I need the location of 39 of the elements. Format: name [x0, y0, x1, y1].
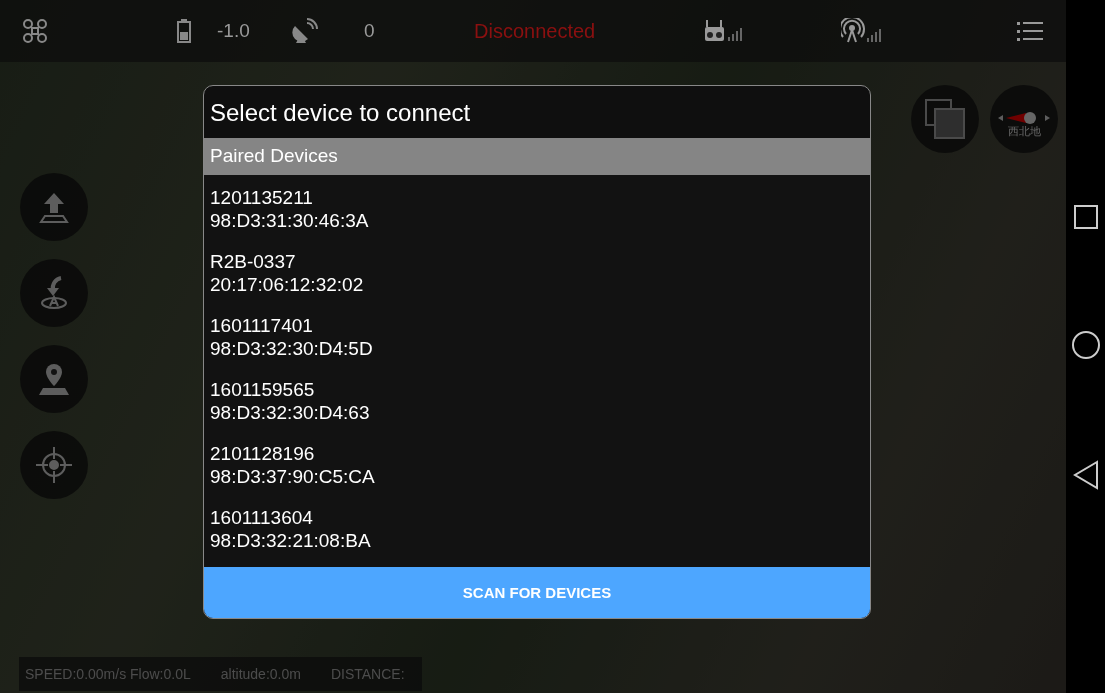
section-header: Paired Devices	[204, 137, 870, 175]
device-item[interactable]: 2101128196 98:D3:37:90:C5:CA	[204, 438, 870, 503]
device-item[interactable]: 1601159565 98:D3:32:30:D4:63	[204, 374, 870, 439]
device-name: 1601113604	[210, 505, 314, 529]
device-item[interactable]: 1601113604 98:D3:32:21:08:BA	[204, 502, 870, 567]
drone-icon[interactable]	[22, 18, 48, 44]
back-icon[interactable]	[1072, 459, 1099, 490]
upload-arrow-icon	[39, 191, 69, 223]
device-name: 1601159565	[210, 377, 316, 401]
battery-icon	[177, 19, 191, 43]
dialog-title: Select device to connect	[209, 98, 472, 128]
device-address: 98:D3:31:30:46:3A	[210, 208, 370, 232]
satellite-count: 0	[364, 20, 375, 42]
device-item[interactable]: 1601117401 98:D3:32:30:D4:5D	[204, 310, 870, 375]
device-item[interactable]: 1201135211 98:D3:31:30:46:3A	[204, 182, 870, 247]
connection-status: Disconnected	[474, 19, 596, 43]
map-pin-icon	[37, 362, 71, 396]
battery-reading: -1.0	[217, 20, 250, 42]
speed-flow-reading: SPEED:0.00m/s Flow:0.0L	[25, 666, 191, 682]
compass-label: 西北地	[1007, 124, 1041, 139]
return-home-icon	[39, 276, 69, 310]
device-name: R2B-0337	[210, 249, 297, 273]
layers-icon	[923, 97, 967, 141]
menu-icon[interactable]	[1017, 21, 1043, 41]
crosshair-icon	[34, 445, 74, 485]
device-address: 20:17:06:12:32:02	[210, 272, 365, 296]
distance-reading: DISTANCE:	[330, 666, 405, 682]
device-address: 98:D3:32:30:D4:63	[210, 400, 371, 424]
device-name: 1201135211	[210, 185, 314, 209]
home-icon[interactable]	[1070, 329, 1101, 360]
device-name: 2101128196	[210, 441, 316, 465]
device-address: 98:D3:37:90:C5:CA	[210, 464, 376, 488]
altitude-reading: altitude:0.0m	[220, 666, 301, 682]
device-name: 1601117401	[210, 313, 314, 337]
recents-icon[interactable]	[1072, 203, 1099, 230]
satellite-dish-icon	[292, 18, 318, 44]
device-item[interactable]: R2B-0337 20:17:06:12:32:02	[204, 246, 870, 311]
device-address: 98:D3:32:21:08:BA	[210, 528, 372, 552]
device-address: 98:D3:32:30:D4:5D	[210, 336, 374, 360]
